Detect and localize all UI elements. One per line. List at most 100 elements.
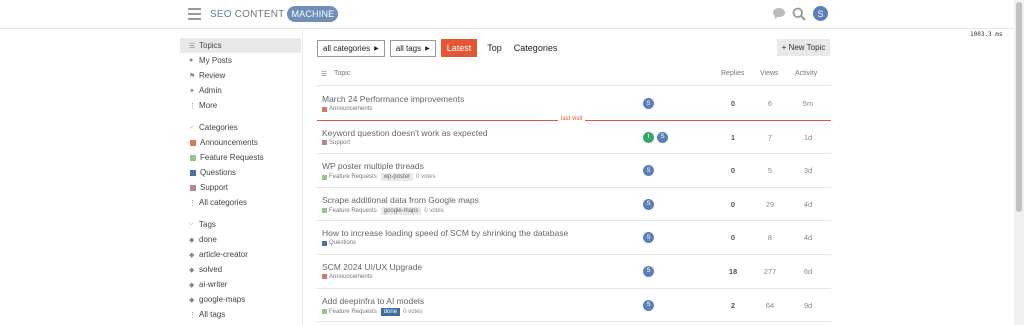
user-avatar[interactable]: S bbox=[813, 6, 828, 21]
new-topic-button[interactable]: + New Topic bbox=[777, 39, 830, 56]
topic-category-link[interactable]: Announcements bbox=[329, 106, 372, 112]
topic-replies[interactable]: 0 bbox=[723, 200, 743, 209]
category-color-swatch bbox=[322, 140, 327, 146]
topic-title-link[interactable]: WP poster multiple threads bbox=[322, 161, 424, 171]
topic-title-link[interactable]: How to increase loading speed of SCM by … bbox=[322, 228, 568, 238]
hamburger-menu-icon[interactable] bbox=[188, 8, 201, 20]
wrench-icon: ✦ bbox=[189, 87, 195, 95]
site-logo[interactable]: SEO CONTENT MACHINE bbox=[210, 6, 339, 22]
topic-activity[interactable]: 4d bbox=[798, 233, 818, 242]
column-header-replies[interactable]: Replies bbox=[721, 70, 744, 77]
topic-category-link[interactable]: Feature Requests bbox=[329, 309, 377, 315]
topic-activity[interactable]: 4d bbox=[798, 200, 818, 209]
site-header: SEO CONTENT MACHINE S bbox=[0, 0, 1014, 29]
sidebar-item-announcements[interactable]: Announcements bbox=[180, 135, 301, 150]
topic-replies[interactable]: 1 bbox=[723, 133, 743, 142]
poster-avatar[interactable]: S bbox=[643, 198, 654, 210]
column-header-topic: Topic bbox=[334, 70, 351, 77]
sidebar-item-label: article-creator bbox=[199, 250, 248, 259]
topic-activity[interactable]: 5m bbox=[798, 99, 818, 108]
sidebar-item-support[interactable]: Support bbox=[180, 180, 301, 195]
sidebar-item-all-categories[interactable]: ⋮ All categories bbox=[180, 195, 301, 210]
poster-avatar[interactable]: S bbox=[657, 131, 668, 143]
scrollbar-thumb[interactable] bbox=[1016, 2, 1022, 212]
all-categories-dropdown[interactable]: all categories ▶ bbox=[317, 39, 385, 57]
sidebar-item-tag-article-creator[interactable]: ◆ article-creator bbox=[180, 247, 301, 262]
chevron-down-icon: ⌵ bbox=[189, 124, 194, 130]
category-color-swatch bbox=[322, 309, 327, 315]
column-header-activity[interactable]: Activity bbox=[795, 70, 817, 77]
topic-replies[interactable]: 0 bbox=[723, 233, 743, 242]
topic-activity[interactable]: 3d bbox=[798, 166, 818, 175]
sidebar-divider bbox=[302, 29, 303, 325]
poster-avatar[interactable]: S bbox=[643, 299, 654, 311]
sidebar-item-questions[interactable]: Questions bbox=[180, 165, 301, 180]
nav-categories-tab[interactable]: Categories bbox=[508, 43, 564, 53]
column-header-views[interactable]: Views bbox=[760, 70, 779, 77]
topic-title-link[interactable]: Scrape additional data from Google maps bbox=[322, 195, 479, 205]
poster-avatar[interactable]: S bbox=[643, 265, 654, 277]
sidebar-item-more[interactable]: ⋮ More bbox=[180, 98, 301, 113]
sidebar-item-label: My Posts bbox=[199, 56, 232, 65]
search-icon[interactable] bbox=[792, 7, 806, 21]
sidebar-item-label: Support bbox=[200, 183, 229, 192]
table-row: SCM 2024 UI/UX Upgrade Announcements S 1… bbox=[317, 255, 831, 289]
sidebar-item-label: All categories bbox=[199, 198, 248, 207]
page-scrollbar[interactable] bbox=[1014, 0, 1024, 325]
sidebar-item-review[interactable]: ⚑ Review bbox=[180, 68, 301, 83]
sidebar-section-tags[interactable]: ⌵ Tags bbox=[180, 217, 301, 232]
sidebar-section-categories[interactable]: ⌵ Categories bbox=[180, 120, 301, 135]
table-row: How to increase loading speed of SCM by … bbox=[317, 221, 831, 255]
section-heading: Tags bbox=[199, 220, 216, 229]
topic-activity[interactable]: 6d bbox=[798, 267, 818, 276]
topic-meta: Feature Requests google-maps 0 votes bbox=[322, 206, 444, 215]
nav-top-tab[interactable]: Top bbox=[481, 43, 508, 53]
poster-avatar[interactable]: S bbox=[643, 165, 654, 177]
sidebar-item-tag-done[interactable]: ◆ done bbox=[180, 232, 301, 247]
all-tags-dropdown[interactable]: all tags ▶ bbox=[389, 39, 436, 57]
topic-replies[interactable]: 18 bbox=[723, 267, 743, 276]
caret-right-icon: ▶ bbox=[374, 45, 379, 52]
topic-title-link[interactable]: SCM 2024 UI/UX Upgrade bbox=[322, 262, 422, 272]
topic-tag[interactable]: wp-poster bbox=[380, 173, 414, 182]
topic-tag[interactable]: done bbox=[380, 307, 401, 316]
chat-icon[interactable] bbox=[772, 7, 786, 20]
topic-title-link[interactable]: March 24 Performance improvements bbox=[322, 94, 464, 104]
poster-avatar[interactable]: S bbox=[643, 232, 654, 244]
topic-category-link[interactable]: Support bbox=[329, 140, 350, 146]
sidebar-item-topics[interactable]: ☰ Topics bbox=[180, 38, 301, 53]
topic-activity[interactable]: 9d bbox=[798, 301, 818, 310]
topic-tag[interactable]: google-maps bbox=[380, 206, 422, 215]
topic-replies[interactable]: 0 bbox=[723, 166, 743, 175]
sidebar-item-my-posts[interactable]: ● My Posts bbox=[180, 53, 301, 68]
topic-views: 8 bbox=[767, 233, 773, 243]
sidebar-item-tag-solved[interactable]: ◆ solved bbox=[180, 262, 301, 277]
logo-text-machine: MACHINE bbox=[287, 6, 339, 22]
topic-category-link[interactable]: Announcements bbox=[329, 274, 372, 280]
sidebar-item-tag-ai-writer[interactable]: ◆ ai-writer bbox=[180, 277, 301, 292]
poster-avatar[interactable]: S bbox=[643, 98, 654, 109]
sidebar-item-all-tags[interactable]: ⋮ All tags bbox=[180, 307, 301, 322]
sidebar-item-tag-google-maps[interactable]: ◆ google-maps bbox=[180, 292, 301, 307]
topic-category-link[interactable]: Questions bbox=[329, 240, 356, 246]
tag-icon: ◆ bbox=[189, 281, 195, 289]
sidebar-item-feature-requests[interactable]: Feature Requests bbox=[180, 150, 301, 165]
sidebar-item-admin[interactable]: ✦ Admin bbox=[180, 83, 301, 98]
topic-replies[interactable]: 2 bbox=[723, 301, 743, 310]
bulk-select-icon[interactable]: ☰ bbox=[321, 70, 327, 78]
list-icon: ⋮ bbox=[189, 311, 196, 319]
nav-latest-tab[interactable]: Latest bbox=[440, 39, 478, 57]
topic-replies[interactable]: 0 bbox=[723, 99, 743, 108]
poster-avatar[interactable]: I bbox=[643, 131, 654, 143]
topic-title-link[interactable]: Add deepinfra to AI models bbox=[322, 296, 424, 306]
topic-category-link[interactable]: Feature Requests bbox=[329, 174, 377, 180]
topic-title-link[interactable]: Keyword question doesn't work as expecte… bbox=[322, 128, 488, 138]
sidebar-item-label: All tags bbox=[199, 310, 226, 319]
sidebar: ☰ Topics ● My Posts ⚑ Review ✦ Admin ⋮ M… bbox=[180, 38, 301, 322]
tag-icon: ◆ bbox=[189, 266, 195, 274]
topic-category-link[interactable]: Feature Requests bbox=[329, 208, 377, 214]
topic-activity[interactable]: 1d bbox=[798, 133, 818, 142]
caret-right-icon: ▶ bbox=[425, 45, 430, 52]
dropdown-label: all categories bbox=[323, 43, 371, 53]
list-icon: ⋮ bbox=[189, 199, 196, 207]
